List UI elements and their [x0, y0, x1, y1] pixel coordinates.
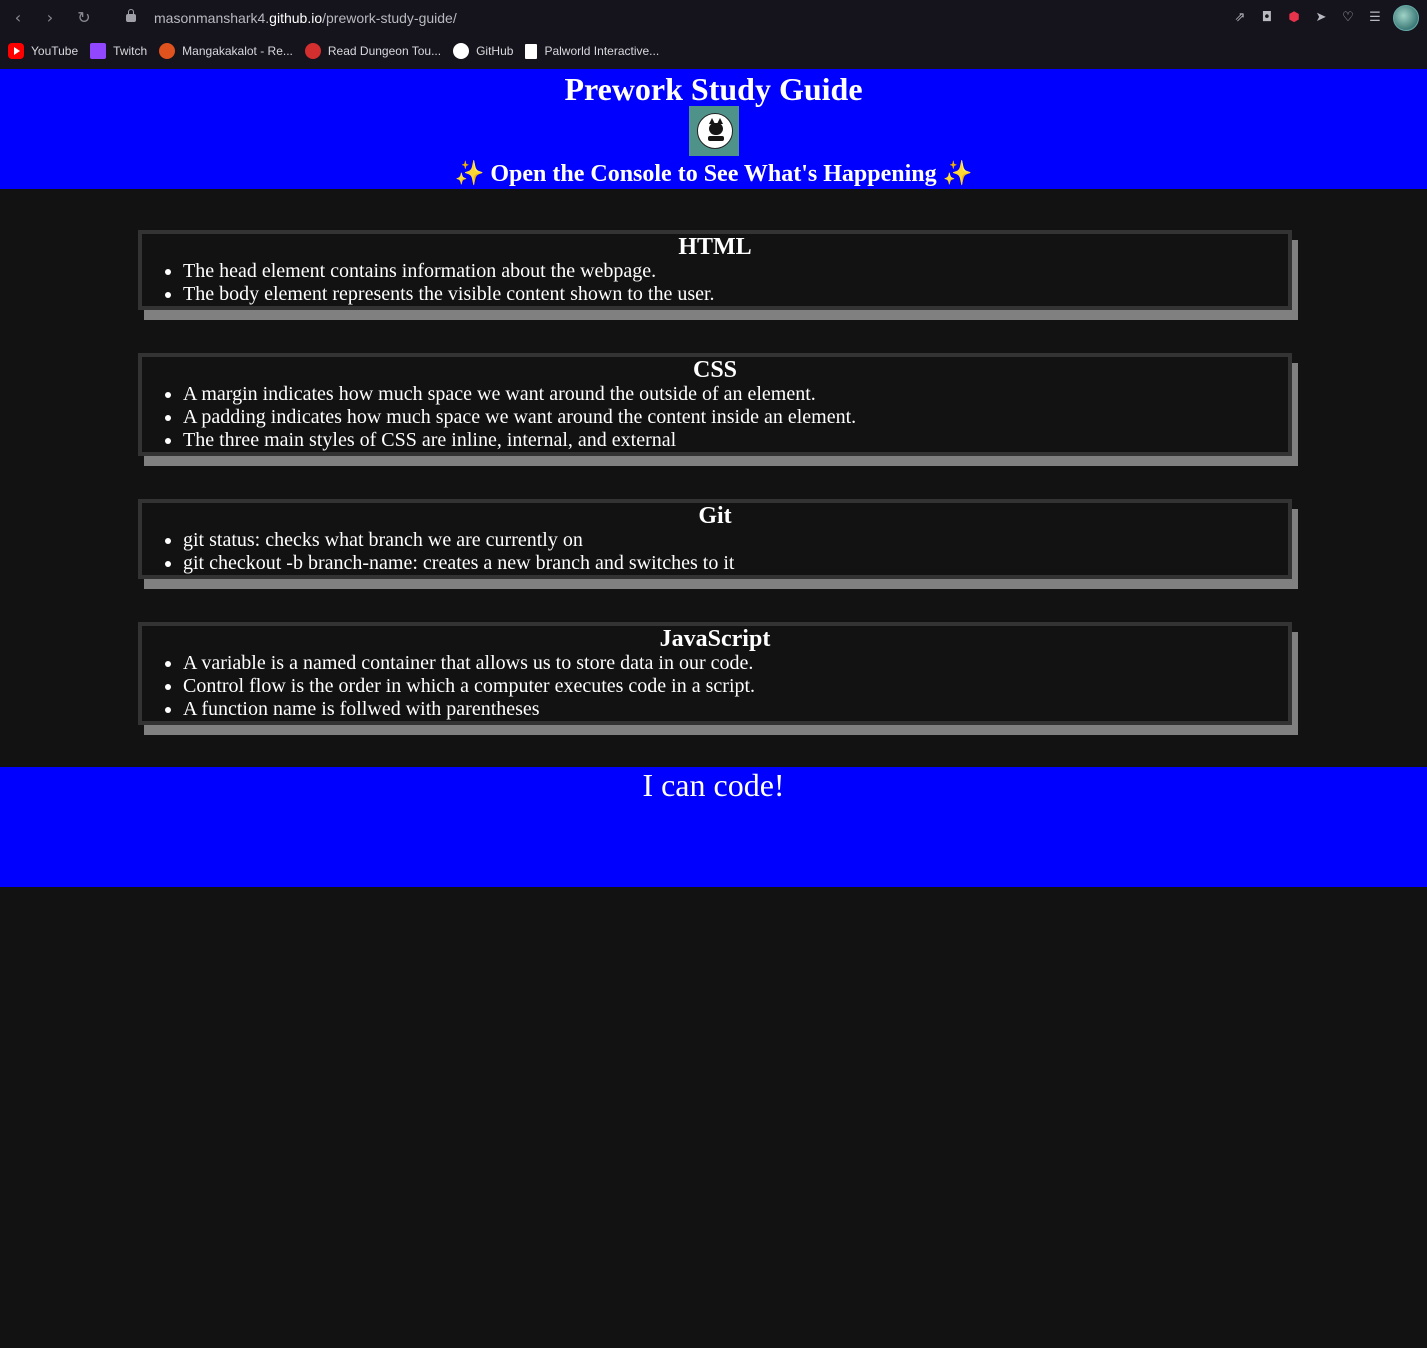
section-title: HTML — [678, 234, 752, 260]
camera-icon[interactable]: ◘ — [1258, 9, 1276, 27]
section-list: git status: checks what branch we are cu… — [142, 529, 1288, 575]
logo-circle — [697, 113, 733, 149]
bookmark-label: Mangakakalot - Re... — [182, 44, 293, 58]
list-item: The three main styles of CSS are inline,… — [183, 429, 1288, 452]
section-title: JavaScript — [659, 626, 771, 652]
manga-reader-icon — [304, 43, 321, 59]
list-item: git status: checks what branch we are cu… — [183, 529, 1288, 552]
list-item: git checkout -b branch-name: creates a n… — [183, 552, 1288, 575]
url-prefix: masonmanshark4. — [154, 10, 270, 26]
youtube-icon — [8, 43, 24, 59]
bookmark-label: Read Dungeon Tou... — [327, 44, 442, 58]
browser-chrome: ‹ › ↻ masonmanshark4.github.io/prework-s… — [0, 0, 1427, 69]
bookmark-twitch[interactable]: Twitch — [90, 40, 147, 62]
section-list: A margin indicates how much space we wan… — [142, 383, 1288, 452]
bookmark-label: Twitch — [113, 44, 148, 58]
section-title: Git — [698, 503, 732, 529]
list-item: A function name is follwed with parenthe… — [183, 698, 1288, 721]
page-footer: I can code! — [0, 767, 1427, 887]
heart-icon[interactable]: ♡ — [1339, 9, 1357, 27]
footer-text: I can code! — [642, 767, 785, 803]
back-icon[interactable]: ‹ — [6, 6, 30, 30]
url-host: github.io — [269, 10, 323, 26]
mangakakalot-icon — [159, 43, 176, 59]
address-bar-row: ‹ › ↻ masonmanshark4.github.io/prework-s… — [0, 0, 1427, 36]
section-html: HTML The head element contains informati… — [138, 230, 1292, 310]
share-icon[interactable]: ⇗ — [1231, 9, 1249, 27]
section-list: A variable is a named container that all… — [142, 652, 1288, 721]
bookmark-youtube[interactable]: YouTube — [8, 40, 78, 62]
toolbar-icons: ⇗ ◘ ⬢ ➤ ♡ ☰ — [1231, 4, 1419, 32]
reload-icon[interactable]: ↻ — [72, 6, 96, 30]
send-icon[interactable]: ➤ — [1312, 9, 1330, 27]
bookmark-label: Palworld Interactive... — [544, 44, 660, 58]
url-path: /prework-study-guide/ — [322, 10, 457, 26]
section-title: CSS — [692, 357, 738, 383]
page-subtitle: ✨ Open the Console to See What's Happeni… — [454, 161, 973, 187]
cat-face — [709, 118, 723, 135]
adblock-shield-icon[interactable]: ⬢ — [1285, 9, 1303, 27]
page-header: Prework Study Guide ✨ Open the Console t… — [0, 69, 1427, 189]
list-item: The head element contains information ab… — [183, 260, 1288, 283]
bookmarks-bar: YouTube Twitch Mangakakalot - Re... Read… — [8, 40, 671, 62]
page-title: Prework Study Guide — [564, 71, 863, 107]
menu-icon[interactable]: ☰ — [1366, 9, 1384, 27]
twitch-icon — [90, 43, 107, 59]
section-list: The head element contains information ab… — [142, 260, 1288, 306]
document-icon — [525, 43, 538, 59]
lock-icon — [126, 9, 136, 22]
forward-icon[interactable]: › — [38, 6, 62, 30]
cat-feet — [708, 136, 724, 141]
bookmark-label: GitHub — [476, 44, 514, 58]
bookmark-github[interactable]: GitHub — [453, 40, 513, 62]
cat-logo-icon — [689, 106, 739, 156]
section-javascript: JavaScript A variable is a named contain… — [138, 622, 1292, 725]
github-icon — [453, 43, 470, 59]
list-item: A padding indicates how much space we wa… — [183, 406, 1288, 429]
section-git: Git git status: checks what branch we ar… — [138, 499, 1292, 579]
bookmark-palworld[interactable]: Palworld Interactive... — [525, 40, 659, 62]
profile-avatar[interactable] — [1393, 5, 1419, 31]
bookmark-label: YouTube — [31, 44, 79, 58]
section-css: CSS A margin indicates how much space we… — [138, 353, 1292, 456]
list-item: A variable is a named container that all… — [183, 652, 1288, 675]
list-item: A margin indicates how much space we wan… — [183, 383, 1288, 406]
list-item: The body element represents the visible … — [183, 283, 1288, 306]
list-item: Control flow is the order in which a com… — [183, 675, 1288, 698]
bookmark-mangakakalot[interactable]: Mangakakalot - Re... — [159, 40, 293, 62]
bookmark-dungeon[interactable]: Read Dungeon Tou... — [304, 40, 442, 62]
address-bar[interactable]: masonmanshark4.github.io/prework-study-g… — [126, 7, 457, 29]
